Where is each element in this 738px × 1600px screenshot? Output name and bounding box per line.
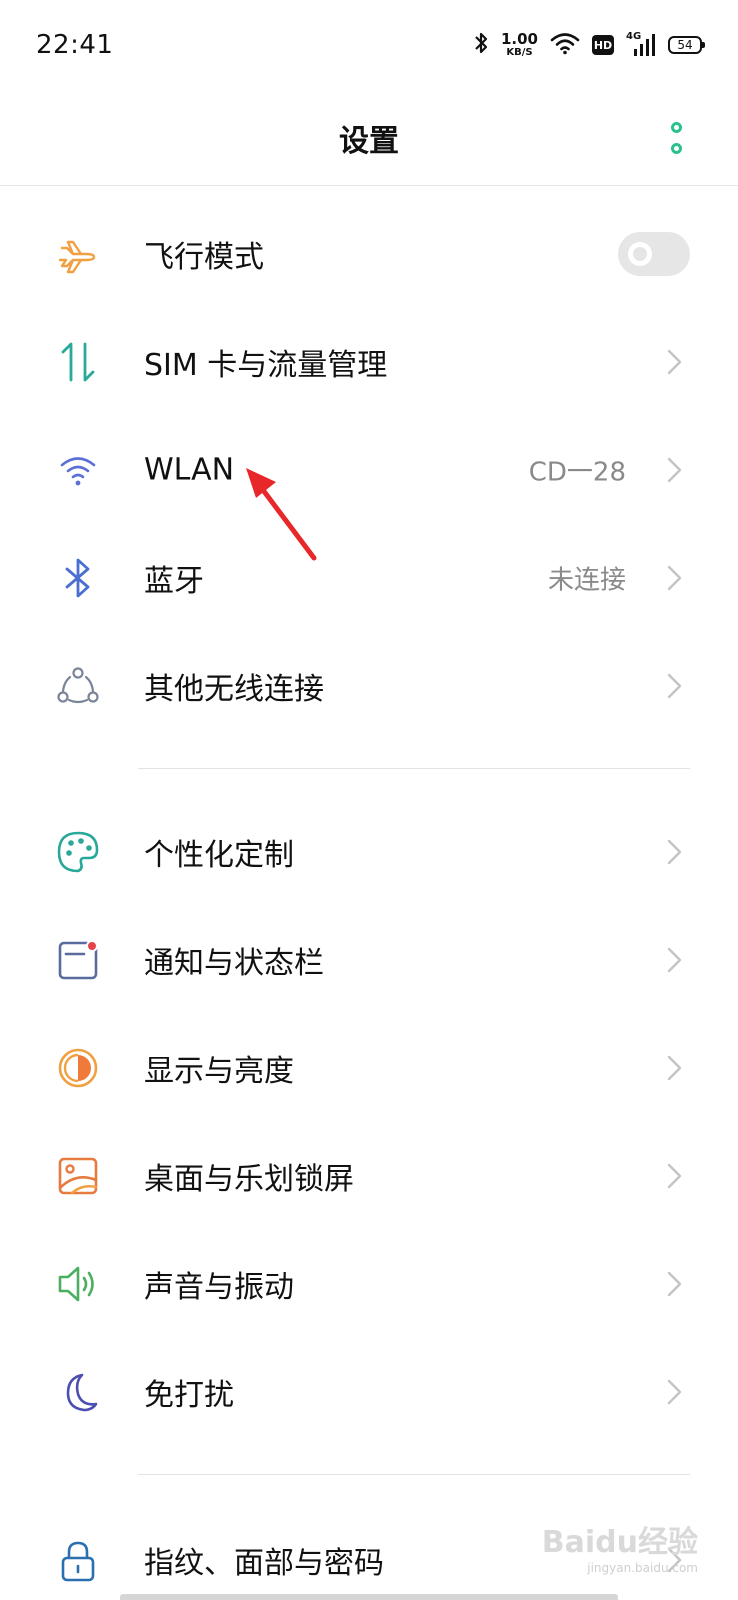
wallpaper-icon xyxy=(54,1152,102,1200)
status-time: 22:41 xyxy=(36,30,114,60)
battery-indicator: 54 xyxy=(668,36,705,54)
wlan-network-name: CD一28 xyxy=(528,457,626,488)
setting-home-lock-screen[interactable]: 桌面与乐划锁屏 xyxy=(0,1122,738,1230)
setting-label: 桌面与乐划锁屏 xyxy=(144,1162,354,1197)
setting-sim-data[interactable]: SIM 卡与流量管理 xyxy=(0,308,738,416)
setting-label: 指纹、面部与密码 xyxy=(144,1546,384,1581)
speaker-icon xyxy=(54,1260,102,1308)
chevron-right-icon xyxy=(667,565,682,591)
setting-label: 显示与亮度 xyxy=(144,1054,294,1089)
cell-signal-icon: 4G xyxy=(626,31,656,57)
chevron-right-icon xyxy=(667,349,682,375)
wifi-status-icon xyxy=(550,31,580,59)
chevron-right-icon xyxy=(667,1055,682,1081)
more-dot-icon xyxy=(670,143,682,154)
chevron-right-icon xyxy=(667,1163,682,1189)
bluetooth-status-icon xyxy=(473,31,489,59)
setting-label: WLAN xyxy=(144,452,235,488)
setting-airplane-mode[interactable]: 飞行模式 xyxy=(0,200,738,308)
setting-label: 免打扰 xyxy=(144,1378,234,1413)
chevron-right-icon xyxy=(667,947,682,973)
sim-data-icon xyxy=(54,338,102,386)
watermark-brand: Baidu经验 xyxy=(541,1525,698,1560)
setting-bluetooth[interactable]: 蓝牙 未连接 xyxy=(0,524,738,632)
notification-icon xyxy=(54,936,102,984)
watermark-url: jingyan.baidu.com xyxy=(587,1561,698,1575)
brightness-icon xyxy=(54,1044,102,1092)
setting-label: 蓝牙 xyxy=(144,564,204,599)
setting-notifications[interactable]: 通知与状态栏 xyxy=(0,906,738,1014)
setting-label: 声音与振动 xyxy=(144,1270,294,1305)
chevron-right-icon xyxy=(667,839,682,865)
setting-other-wireless[interactable]: 其他无线连接 xyxy=(0,632,738,740)
net-speed-unit: KB/S xyxy=(506,47,533,58)
chevron-right-icon xyxy=(667,673,682,699)
airplane-icon xyxy=(54,230,102,278)
chevron-right-icon xyxy=(667,1379,682,1405)
setting-label: 个性化定制 xyxy=(144,838,294,873)
setting-label: 通知与状态栏 xyxy=(144,946,324,981)
net-speed: 1.00 KB/S xyxy=(501,32,538,58)
setting-label: SIM 卡与流量管理 xyxy=(144,348,388,383)
lock-icon xyxy=(54,1536,102,1584)
net-speed-value: 1.00 xyxy=(500,30,538,48)
setting-do-not-disturb[interactable]: 免打扰 xyxy=(0,1338,738,1446)
setting-label: 飞行模式 xyxy=(144,240,264,275)
status-icons: 1.00 KB/S HD 4G 54 xyxy=(473,30,705,60)
home-indicator[interactable] xyxy=(120,1594,618,1600)
wifi-icon xyxy=(54,446,102,494)
wireless-connections-icon xyxy=(54,662,102,710)
setting-wlan[interactable]: WLAN CD一28 xyxy=(0,416,738,524)
section-divider xyxy=(138,1474,690,1475)
airplane-mode-toggle[interactable] xyxy=(618,232,690,276)
setting-sound-vibration[interactable]: 声音与振动 xyxy=(0,1230,738,1338)
baidu-watermark: Baidu经验 jingyan.baidu.com xyxy=(541,1525,698,1575)
bluetooth-icon xyxy=(54,554,102,602)
setting-display-brightness[interactable]: 显示与亮度 xyxy=(0,1014,738,1122)
chevron-right-icon xyxy=(667,1271,682,1297)
hd-badge: HD xyxy=(592,35,614,55)
bluetooth-status: 未连接 xyxy=(547,565,626,596)
more-dot-icon xyxy=(670,122,682,133)
palette-icon xyxy=(54,828,102,876)
setting-personalization[interactable]: 个性化定制 xyxy=(0,798,738,906)
more-options-button[interactable] xyxy=(664,118,688,158)
toggle-knob xyxy=(628,242,652,266)
section-divider xyxy=(138,768,690,769)
chevron-right-icon xyxy=(667,457,682,483)
setting-label: 其他无线连接 xyxy=(144,672,324,707)
page-title: 设置 xyxy=(339,124,399,159)
app-header: 设置 xyxy=(0,92,738,186)
moon-icon xyxy=(54,1368,102,1416)
status-bar: 22:41 1.00 KB/S HD 4G 54 xyxy=(0,0,738,92)
